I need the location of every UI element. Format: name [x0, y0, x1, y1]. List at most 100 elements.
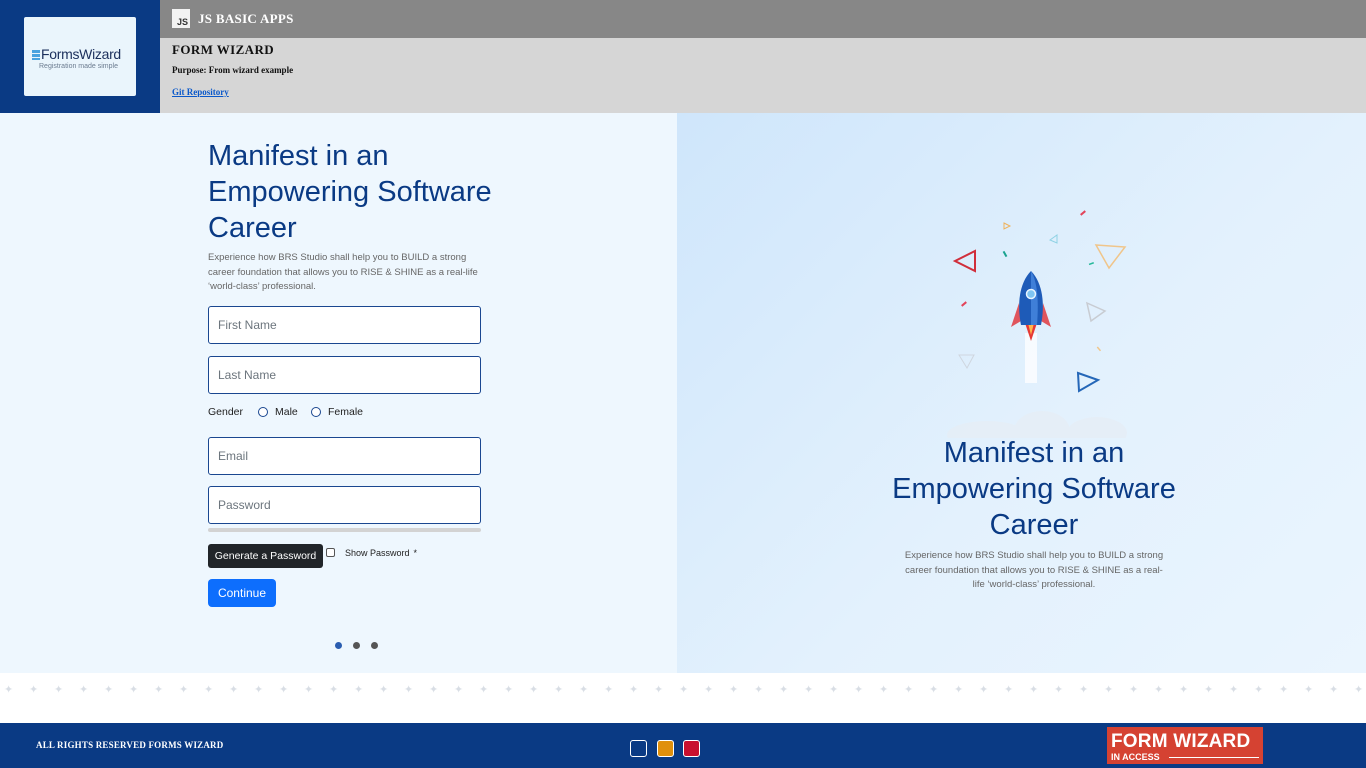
sparkle-icon: ✦: [1104, 684, 1114, 696]
sparkle-icon: ✦: [1204, 684, 1214, 696]
sparkle-icon: ✦: [1029, 684, 1039, 696]
sparkle-icon: ✦: [1304, 684, 1314, 696]
git-repository-link[interactable]: Git Repository: [172, 87, 229, 97]
step-dot-2[interactable]: [353, 642, 360, 649]
sparkle-icon: ✦: [529, 684, 539, 696]
sparkle-icon: ✦: [54, 684, 64, 696]
sparkle-icon: ✦: [629, 684, 639, 696]
show-password-toggle[interactable]: Show Password *: [326, 548, 417, 558]
theme-swatch-orange[interactable]: [657, 740, 674, 757]
sparkle-icon: ✦: [29, 684, 39, 696]
copyright-text: ALL RIGHTS RESERVED FORMS WIZARD: [36, 740, 224, 750]
badge-title: FORM WIZARD: [1111, 731, 1251, 752]
project-info-bar: FORM WIZARD Purpose: From wizard example…: [160, 38, 1366, 113]
sparkle-icon: ✦: [454, 684, 464, 696]
logo-tagline: Registration made simple: [39, 63, 118, 70]
gender-option-female[interactable]: Female: [311, 406, 363, 418]
sparkle-icon: ✦: [879, 684, 889, 696]
sparkle-icon: ✦: [729, 684, 739, 696]
password-strength-bar: [208, 528, 481, 532]
sparkle-icon: ✦: [929, 684, 939, 696]
logo-mark-icon: [32, 50, 40, 60]
sparkle-icon: ✦: [829, 684, 839, 696]
radio-icon[interactable]: [258, 407, 268, 417]
sparkle-icon: ✦: [1279, 684, 1289, 696]
badge-divider: [1169, 757, 1259, 758]
sparkle-icon: ✦: [429, 684, 439, 696]
step-dot-3[interactable]: [371, 642, 378, 649]
sparkle-icon: ✦: [1329, 684, 1339, 696]
sparkle-icon: ✦: [104, 684, 114, 696]
sparkle-icon: ✦: [554, 684, 564, 696]
project-purpose: Purpose: From wizard example: [172, 65, 294, 75]
app-name: JS BASIC APPS: [198, 11, 294, 26]
form-wizard-badge: FORM WIZARD IN ACCESS: [1107, 727, 1263, 764]
sparkle-icon: ✦: [1054, 684, 1064, 696]
sparkle-icon: ✦: [404, 684, 414, 696]
sparkle-icon: ✦: [254, 684, 264, 696]
sparkle-icon: ✦: [1079, 684, 1089, 696]
last-name-input[interactable]: [208, 356, 481, 394]
first-name-input[interactable]: [208, 306, 481, 344]
sparkle-icon: ✦: [1229, 684, 1239, 696]
sparkle-icon: ✦: [4, 684, 14, 696]
promo-heading: Manifest in an Empowering Software Caree…: [892, 437, 1176, 541]
checkbox-icon[interactable]: [326, 548, 335, 557]
step-dot-1[interactable]: [335, 642, 342, 649]
logo-brand-text: FormsWizard: [41, 46, 121, 62]
email-input[interactable]: [208, 437, 481, 475]
theme-swatch-red[interactable]: [683, 740, 700, 757]
forms-wizard-logo[interactable]: FormsWizard Registration made simple: [24, 17, 136, 96]
sparkle-icon: ✦: [179, 684, 189, 696]
decorative-pattern-strip: ✦ ✦ ✦ ✦ ✦ ✦ ✦ ✦ ✦ ✦ ✦ ✦ ✦ ✦ ✦ ✦ ✦ ✦ ✦ ✦ ✦ ✦ ✦ ✦ ✦ ✦ ✦ ✦ ✦ ✦ ✦ ✦ ✦ ✦ ✦ ✦ ✦ ✦ ✦ ✦…: [0, 673, 1366, 723]
sparkle-icon: ✦: [379, 684, 389, 696]
gender-label: Gender: [208, 406, 244, 418]
sparkle-icon: ✦: [904, 684, 914, 696]
sparkle-icon: ✦: [754, 684, 764, 696]
theme-swatch-navy[interactable]: [630, 740, 647, 757]
sparkle-icon: ✦: [79, 684, 89, 696]
sparkle-icon: ✦: [304, 684, 314, 696]
sparkle-icon: ✦: [854, 684, 864, 696]
sparkle-icon: ✦: [1004, 684, 1014, 696]
page-footer: ALL RIGHTS RESERVED FORMS WIZARD FORM WI…: [0, 723, 1366, 768]
sparkle-icon: ✦: [129, 684, 139, 696]
sparkle-icon: ✦: [804, 684, 814, 696]
sparkle-icon: ✦: [479, 684, 489, 696]
form-heading: Manifest in an Empowering Software Caree…: [208, 140, 492, 244]
top-bar: JS JS BASIC APPS: [160, 0, 1366, 38]
logo-area: FormsWizard Registration made simple: [0, 0, 160, 113]
sparkle-icon: ✦: [1154, 684, 1164, 696]
form-description: Experience how BRS Studio shall help you…: [208, 252, 478, 292]
sparkle-icon: ✦: [779, 684, 789, 696]
sparkle-icon: ✦: [504, 684, 514, 696]
sparkle-icon: ✦: [354, 684, 364, 696]
rocket-illustration: [947, 210, 1127, 438]
sparkle-icon: ✦: [204, 684, 214, 696]
sparkle-icon: ✦: [154, 684, 164, 696]
promo-description: Experience how BRS Studio shall help you…: [904, 550, 1164, 590]
badge-subtitle: IN ACCESS: [1111, 752, 1160, 762]
gender-option-male[interactable]: Male: [258, 406, 298, 418]
radio-icon[interactable]: [311, 407, 321, 417]
promo-panel: Manifest in an Empowering Software Caree…: [677, 113, 1366, 673]
show-password-label: Show Password: [345, 548, 410, 558]
continue-button[interactable]: Continue: [208, 579, 276, 607]
sparkle-icon: ✦: [329, 684, 339, 696]
sparkle-icon: ✦: [604, 684, 614, 696]
sparkle-icon: ✦: [954, 684, 964, 696]
required-marker: *: [413, 548, 418, 558]
sparkle-icon: ✦: [1129, 684, 1139, 696]
sparkle-icon: ✦: [1254, 684, 1264, 696]
sparkle-icon: ✦: [679, 684, 689, 696]
sparkle-icon: ✦: [1354, 684, 1364, 696]
password-input[interactable]: [208, 486, 481, 524]
sparkle-icon: ✦: [279, 684, 289, 696]
sparkle-icon: ✦: [979, 684, 989, 696]
js-logo-icon: JS: [172, 9, 190, 28]
generate-password-button[interactable]: Generate a Password: [208, 544, 323, 568]
sparkle-icon: ✦: [579, 684, 589, 696]
sparkle-icon: ✦: [704, 684, 714, 696]
form-panel: Manifest in an Empowering Software Caree…: [0, 113, 677, 673]
page-header: FormsWizard Registration made simple JS …: [0, 0, 1366, 113]
